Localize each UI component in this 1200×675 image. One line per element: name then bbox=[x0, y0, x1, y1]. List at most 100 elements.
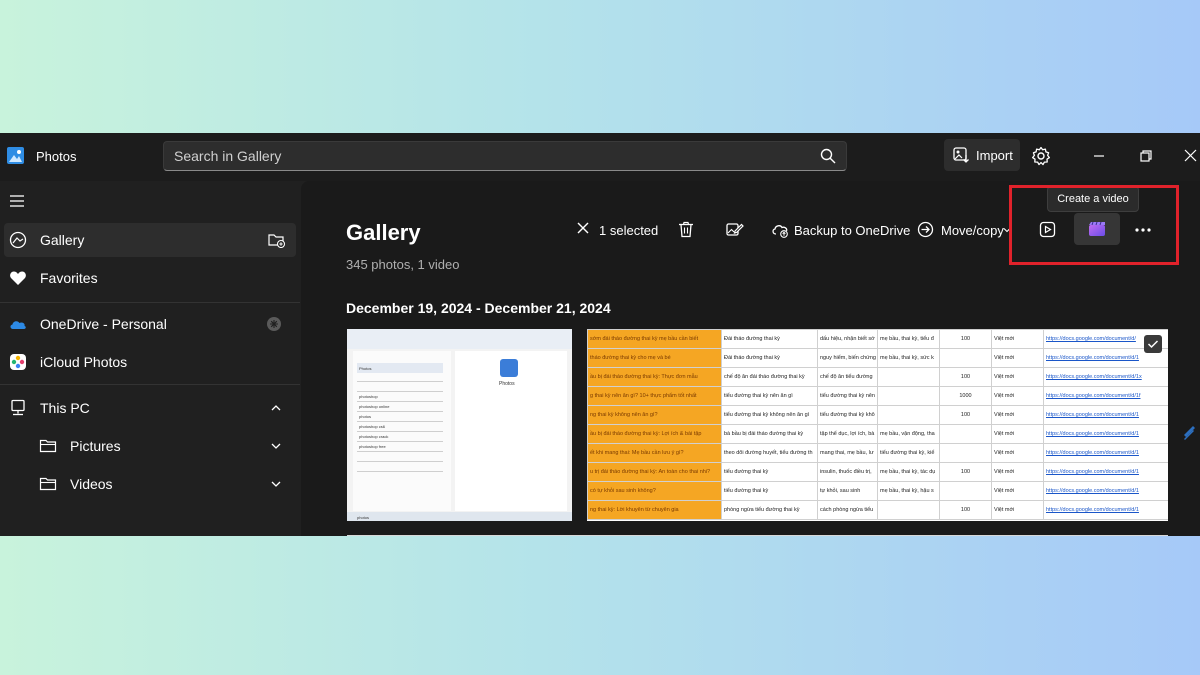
photo-thumbnail-selected[interactable]: sớm đái tháo đường thai kỳ mẹ bầu cần bi… bbox=[587, 329, 1168, 521]
sidebar-item-videos[interactable]: Videos bbox=[4, 467, 296, 501]
sidebar-item-icloud[interactable]: iCloud Photos bbox=[4, 345, 296, 379]
sheet-cell: https://docs.google.com/document/d/1f bbox=[1043, 386, 1168, 406]
sheet-cell: cách phòng ngừa tiểu bbox=[817, 500, 878, 520]
sheet-cell: ng thai kỳ không nên ăn gì? bbox=[587, 405, 722, 425]
sheet-cell bbox=[939, 443, 992, 463]
sheet-cell: mẹ bầu, thai kỳ, sức k bbox=[877, 348, 940, 368]
sheet-row: u trị đái tháo đường thai kỳ: An toàn ch… bbox=[587, 462, 1168, 482]
sheet-cell: mẹ bầu, thai kỳ, hậu s bbox=[877, 481, 940, 501]
sheet-cell: dấu hiệu, nhận biết sớ bbox=[817, 329, 878, 349]
sheet-cell: Đái tháo đường thai kỳ bbox=[721, 329, 818, 349]
clear-selection-button[interactable]: 1 selected bbox=[576, 219, 659, 243]
backup-onedrive-button[interactable]: Backup to OneDrive bbox=[771, 219, 910, 243]
sheet-cell bbox=[939, 424, 992, 444]
gear-icon[interactable] bbox=[1030, 145, 1052, 167]
chevron-down-icon[interactable] bbox=[268, 476, 284, 492]
add-folder-icon[interactable] bbox=[268, 232, 286, 248]
sidebar-item-this-pc[interactable]: This PC bbox=[4, 391, 296, 425]
sheet-cell: https://docs.google.com/document/d/1 bbox=[1043, 405, 1168, 425]
selected-count: 1 selected bbox=[599, 223, 659, 238]
move-copy-button[interactable]: Move/copy bbox=[917, 219, 1013, 243]
sheet-cell: Việt mới bbox=[991, 500, 1044, 520]
sheet-cell bbox=[939, 348, 992, 368]
photos-window: Photos Import bbox=[0, 133, 1200, 536]
selected-checkmark-icon[interactable] bbox=[1144, 335, 1162, 353]
search-icon[interactable] bbox=[820, 148, 836, 164]
sheet-row: tháo đường thai kỳ cho mẹ và bé Đái tháo … bbox=[587, 348, 1168, 368]
gallery-icon bbox=[9, 231, 27, 249]
sheet-cell: chế độ ăn tiểu đường bbox=[817, 367, 878, 387]
sheet-cell: Việt mới bbox=[991, 367, 1044, 387]
sidebar-item-label: Favorites bbox=[40, 270, 98, 286]
heart-icon bbox=[10, 271, 26, 285]
sidebar-item-gallery[interactable]: Gallery bbox=[4, 223, 296, 257]
title-bar: Photos Import bbox=[0, 133, 1200, 181]
sheet-cell: https://docs.google.com/document/d/1 bbox=[1043, 500, 1168, 520]
sheet-cell: mẹ bầu, thai kỳ, tác dụ bbox=[877, 462, 940, 482]
icloud-icon bbox=[10, 354, 26, 370]
sheet-cell: https://docs.google.com/document/d/1 bbox=[1043, 462, 1168, 482]
sheet-cell: mẹ bầu, vận động, tha bbox=[877, 424, 940, 444]
delete-button[interactable] bbox=[678, 219, 696, 243]
sidebar-item-label: OneDrive - Personal bbox=[40, 316, 167, 332]
close-icon[interactable] bbox=[1180, 145, 1200, 167]
sidebar-item-pictures[interactable]: Pictures bbox=[4, 429, 296, 463]
sidebar-divider bbox=[0, 384, 300, 385]
sheet-cell: có tự khỏi sau sinh không? bbox=[587, 481, 722, 501]
gallery-count: 345 photos, 1 video bbox=[346, 257, 460, 272]
sheet-cell: ầu bị đái tháo đường thai kỳ: Thực đơn m… bbox=[587, 367, 722, 387]
sheet-cell: https://docs.google.com/document/d/1x bbox=[1043, 367, 1168, 387]
main-content: Gallery 345 photos, 1 video 1 selected B… bbox=[301, 181, 1200, 536]
pen-icon[interactable] bbox=[1181, 421, 1197, 443]
sheet-row: có tự khỏi sau sinh không? tiểu đường tha… bbox=[587, 481, 1168, 501]
sheet-cell: ng thai kỳ: Lời khuyên từ chuyên gia bbox=[587, 500, 722, 520]
sheet-cell: chế độ ăn đái tháo đường thai kỳ bbox=[721, 367, 818, 387]
sheet-cell: tiểu đường thai kỳ bbox=[721, 462, 818, 482]
sheet-cell: Đái tháo đường thai kỳ bbox=[721, 348, 818, 368]
sheet-cell: tiểu đường thai kỳ không nên ăn gì bbox=[721, 405, 818, 425]
sheet-cell: 100 bbox=[939, 367, 992, 387]
chevron-down-icon[interactable] bbox=[268, 438, 284, 454]
sheet-cell: 100 bbox=[939, 462, 992, 482]
sidebar-item-label: Gallery bbox=[40, 232, 85, 248]
sheet-cell: https://docs.google.com/document/d/1 bbox=[1043, 424, 1168, 444]
sheet-cell: Việt mới bbox=[991, 443, 1044, 463]
import-button[interactable]: Import bbox=[944, 139, 1020, 171]
sidebar-divider bbox=[0, 302, 300, 303]
edit-button[interactable] bbox=[726, 219, 744, 243]
backup-label: Backup to OneDrive bbox=[794, 223, 911, 238]
sidebar-item-onedrive[interactable]: OneDrive - Personal bbox=[4, 307, 296, 341]
hamburger-menu-icon[interactable] bbox=[8, 193, 28, 209]
sheet-cell: 100 bbox=[939, 329, 992, 349]
pc-icon bbox=[11, 399, 25, 416]
sheet-cell: tự khỏi, sau sinh bbox=[817, 481, 878, 501]
sheet-cell bbox=[877, 500, 940, 520]
next-row-edge bbox=[347, 535, 1168, 536]
sheet-row: g thai kỳ nên ăn gì? 10+ thực phẩm tốt n… bbox=[587, 386, 1168, 406]
search-input[interactable] bbox=[164, 142, 804, 170]
photo-thumbnail[interactable]: Photos photoshop photoshop online photos… bbox=[347, 329, 572, 521]
photos-logo-icon bbox=[7, 147, 24, 164]
sheet-cell: Việt mới bbox=[991, 329, 1044, 349]
minimize-icon[interactable] bbox=[1088, 145, 1110, 167]
sheet-cell bbox=[877, 405, 940, 425]
sidebar-item-favorites[interactable]: Favorites bbox=[4, 261, 296, 295]
sidebar-item-label: Pictures bbox=[70, 438, 121, 454]
sidebar: Gallery Favorites OneDrive - Personal iC… bbox=[0, 181, 300, 536]
restore-icon[interactable] bbox=[1135, 145, 1157, 167]
sheet-cell: u trị đái tháo đường thai kỳ: An toàn ch… bbox=[587, 462, 722, 482]
folder-icon bbox=[39, 477, 57, 491]
sheet-cell: Việt mới bbox=[991, 462, 1044, 482]
chevron-up-icon[interactable] bbox=[268, 400, 284, 416]
search-box[interactable] bbox=[163, 141, 847, 171]
sheet-row: sớm đái tháo đường thai kỳ mẹ bầu cần bi… bbox=[587, 329, 1168, 349]
sheet-cell: tập thể dục, lợi ích, bà bbox=[817, 424, 878, 444]
sheet-cell bbox=[877, 367, 940, 387]
sheet-cell: mang thai, mẹ bầu, lư bbox=[817, 443, 878, 463]
sheet-cell bbox=[939, 481, 992, 501]
sheet-cell: phòng ngừa tiểu đường thai kỳ bbox=[721, 500, 818, 520]
import-icon bbox=[953, 147, 969, 163]
cloud-upload-icon bbox=[772, 225, 788, 238]
close-icon bbox=[577, 222, 589, 234]
sheet-cell: tiểu đường thai kỳ nên bbox=[817, 386, 878, 406]
